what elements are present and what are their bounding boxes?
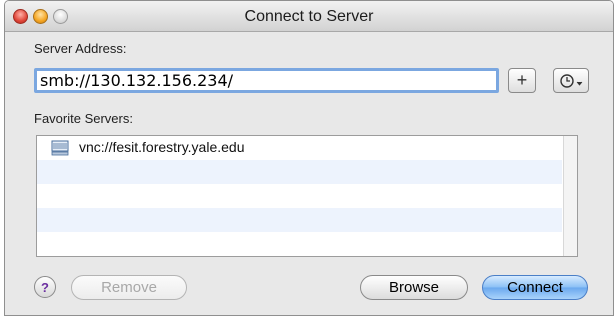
browse-button[interactable]: Browse bbox=[360, 275, 468, 300]
recent-servers-button[interactable] bbox=[553, 68, 589, 93]
help-icon: ? bbox=[41, 279, 49, 295]
clock-icon bbox=[560, 73, 583, 88]
add-to-favorites-button[interactable]: + bbox=[508, 68, 536, 93]
help-button[interactable]: ? bbox=[34, 276, 56, 298]
empty-row bbox=[37, 184, 562, 208]
connect-to-server-window: Connect to Server Server Address: + Favo… bbox=[4, 0, 614, 316]
window-title: Connect to Server bbox=[244, 8, 374, 25]
list-item[interactable]: vnc://fesit.forestry.yale.edu bbox=[37, 136, 562, 160]
remove-button[interactable]: Remove bbox=[71, 275, 187, 300]
empty-row bbox=[37, 160, 562, 184]
connect-button[interactable]: Connect bbox=[482, 275, 588, 300]
favorite-servers-label: Favorite Servers: bbox=[34, 111, 133, 126]
favorite-servers-list: vnc://fesit.forestry.yale.edu bbox=[36, 135, 578, 257]
add-icon: + bbox=[516, 70, 528, 90]
server-icon bbox=[51, 140, 69, 156]
empty-row bbox=[37, 232, 562, 256]
server-address-input[interactable] bbox=[34, 68, 499, 93]
server-address-label: Server Address: bbox=[34, 41, 127, 56]
empty-row bbox=[37, 208, 562, 232]
scrollbar-track[interactable] bbox=[563, 136, 577, 256]
title-bar: Connect to Server bbox=[5, 1, 613, 32]
list-item-label: vnc://fesit.forestry.yale.edu bbox=[79, 139, 245, 155]
